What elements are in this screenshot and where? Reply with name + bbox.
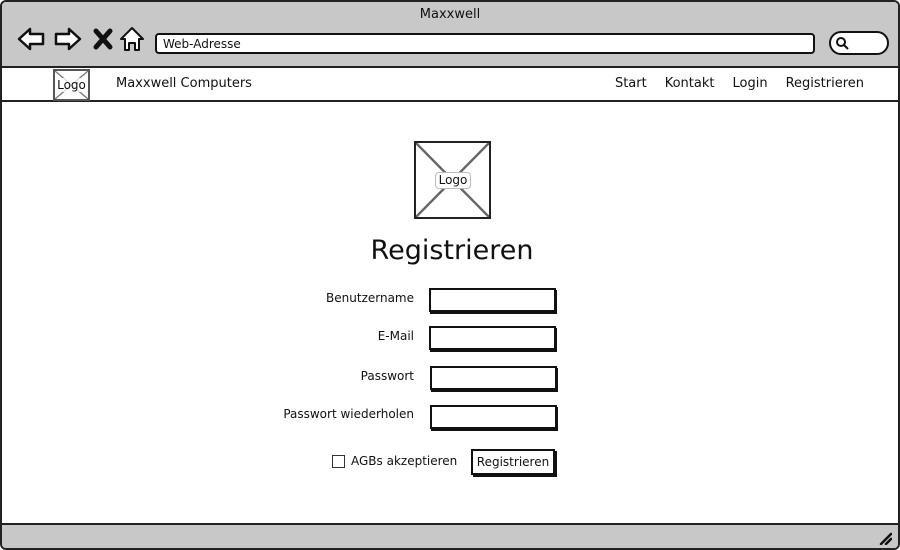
password-input[interactable] <box>430 366 557 390</box>
password-label: Passwort <box>360 369 414 383</box>
username-input[interactable] <box>429 288 556 312</box>
arrow-left-icon <box>17 27 45 51</box>
email-input[interactable] <box>429 326 556 350</box>
nav-logo-placeholder[interactable]: Logo <box>53 69 90 101</box>
password-repeat-input[interactable] <box>430 405 557 429</box>
back-button[interactable] <box>16 24 46 54</box>
browser-chrome: Maxxwell <box>2 2 898 68</box>
search-icon <box>836 37 849 50</box>
email-label: E-Mail <box>377 329 414 343</box>
search-button[interactable] <box>829 31 889 55</box>
register-button[interactable]: Registrieren <box>471 449 555 475</box>
url-input[interactable] <box>155 33 815 54</box>
terms-label[interactable]: AGBs akzeptieren <box>351 454 457 468</box>
arrow-right-icon <box>54 27 82 51</box>
brand-name[interactable]: Maxxwell Computers <box>116 76 252 91</box>
status-bar <box>2 523 898 548</box>
close-icon <box>93 28 113 50</box>
nav-link-registrieren[interactable]: Registrieren <box>786 76 864 91</box>
nav-link-kontakt[interactable]: Kontakt <box>665 76 715 91</box>
nav-logo-label: Logo <box>55 78 88 92</box>
home-icon <box>120 27 144 51</box>
main-logo-label: Logo <box>435 172 471 189</box>
stop-button[interactable] <box>90 24 116 54</box>
resize-grip-icon[interactable] <box>878 531 892 545</box>
window-title: Maxxwell <box>419 7 481 22</box>
main-logo-placeholder: Logo <box>414 141 491 219</box>
terms-checkbox[interactable] <box>332 454 345 468</box>
nav-links: Start Kontakt Login Registrieren <box>615 76 864 91</box>
site-navbar: Logo Maxxwell Computers Start Kontakt Lo… <box>2 68 898 102</box>
home-button[interactable] <box>118 24 146 54</box>
password-repeat-label: Passwort wiederholen <box>283 407 414 421</box>
nav-link-login[interactable]: Login <box>732 76 767 91</box>
page-title: Registrieren <box>370 235 534 266</box>
forward-button[interactable] <box>53 24 83 54</box>
terms-row: AGBs akzeptieren <box>332 454 457 468</box>
browser-window: Maxxwell Web-Adresse Logo Maxxwell Compu… <box>0 0 900 550</box>
nav-link-start[interactable]: Start <box>615 76 647 91</box>
username-label: Benutzername <box>326 291 414 305</box>
